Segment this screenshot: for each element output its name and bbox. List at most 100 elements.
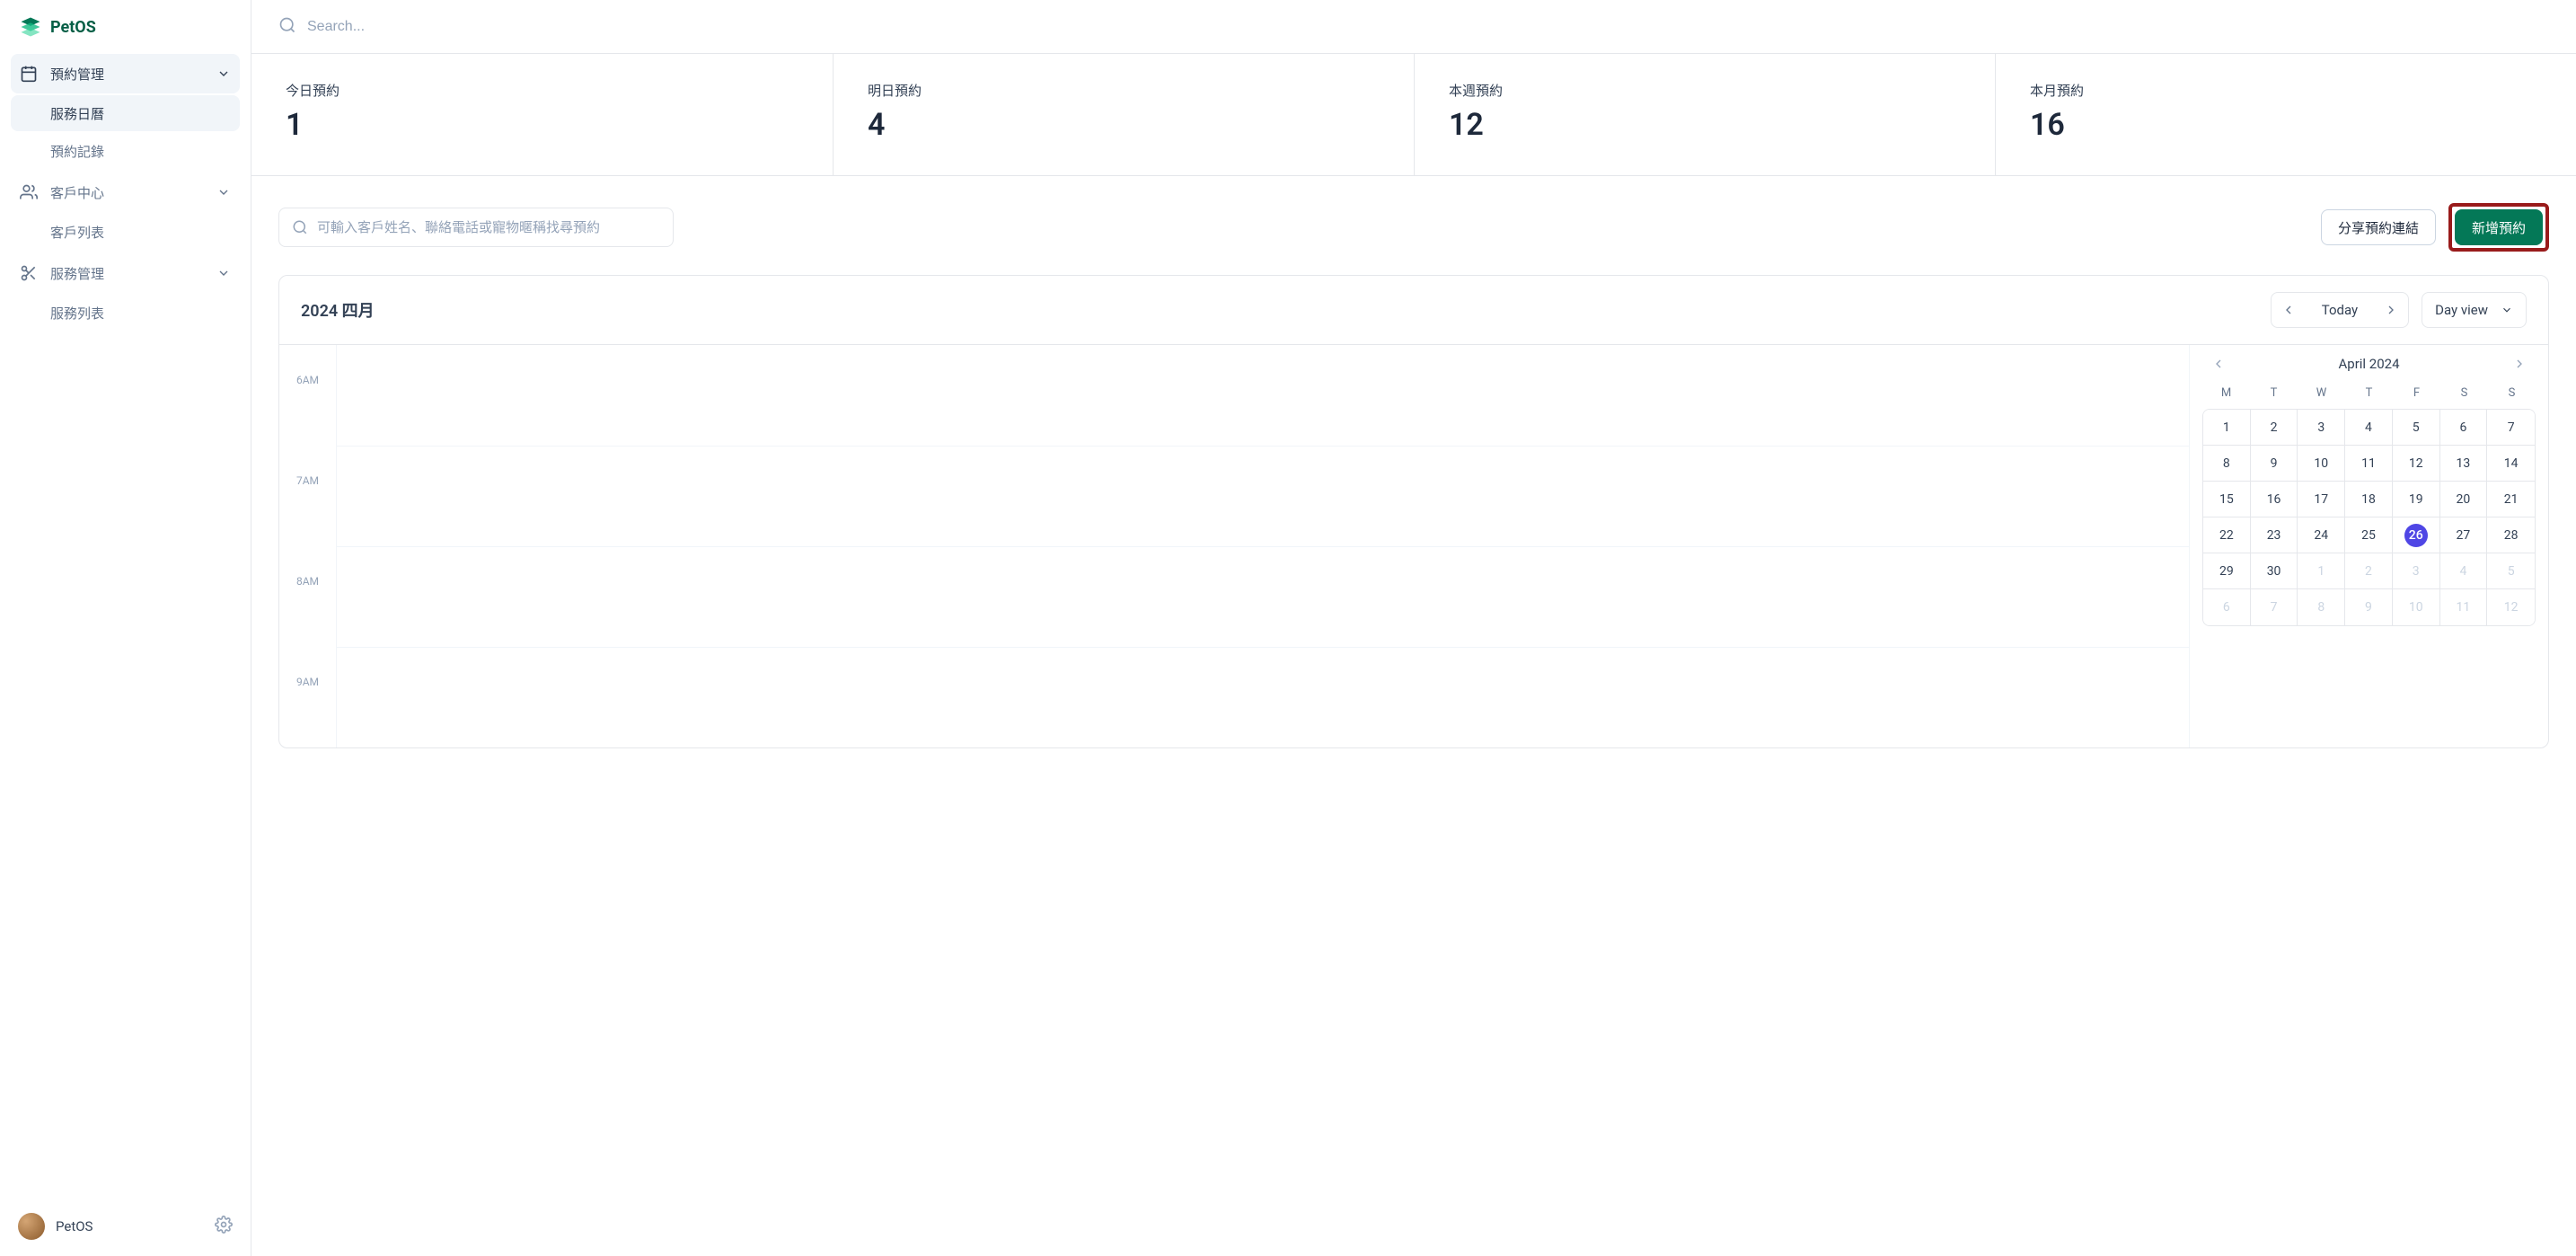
nav-sub-item[interactable]: 服務日曆 <box>11 95 240 131</box>
day-cell[interactable]: 28 <box>2487 517 2535 553</box>
day-cell[interactable]: 1 <box>2298 553 2345 589</box>
day-cell[interactable]: 2 <box>2345 553 2393 589</box>
day-cell[interactable]: 13 <box>2440 446 2488 482</box>
day-cell[interactable]: 15 <box>2203 482 2251 517</box>
day-cell[interactable]: 7 <box>2251 589 2298 625</box>
nav-section-icon <box>20 65 38 83</box>
logo[interactable]: PetOS <box>0 0 251 54</box>
day-cell[interactable]: 23 <box>2251 517 2298 553</box>
day-cell[interactable]: 10 <box>2298 446 2345 482</box>
day-cell[interactable]: 14 <box>2487 446 2535 482</box>
prev-month-button[interactable] <box>2208 357 2229 371</box>
day-cell[interactable]: 7 <box>2487 410 2535 446</box>
time-label: 8AM <box>279 546 337 647</box>
next-month-button[interactable] <box>2509 357 2530 371</box>
today-button[interactable]: Today <box>2306 302 2374 318</box>
nav-section-icon <box>20 183 38 201</box>
dow-label: S <box>2488 381 2536 405</box>
nav-section-header[interactable]: 預約管理 <box>11 54 240 93</box>
day-cell[interactable]: 25 <box>2345 517 2393 553</box>
day-cell[interactable]: 9 <box>2251 446 2298 482</box>
global-search-input[interactable] <box>307 19 2549 35</box>
time-slot[interactable] <box>337 647 2189 747</box>
next-day-button[interactable] <box>2374 293 2408 327</box>
day-cell[interactable]: 22 <box>2203 517 2251 553</box>
chevron-down-icon <box>2501 304 2513 316</box>
day-cell[interactable]: 3 <box>2298 410 2345 446</box>
stat-label: 明日預約 <box>868 81 1380 100</box>
main: 今日預約1明日預約4本週預約12本月預約16 分享預約連結 新增預約 2024 … <box>251 0 2576 1256</box>
day-cell[interactable]: 1 <box>2203 410 2251 446</box>
avatar[interactable] <box>18 1213 45 1240</box>
mini-calendar-header: April 2024 <box>2202 352 2536 381</box>
stat-card: 本月預約16 <box>1995 54 2576 175</box>
time-label: 6AM <box>279 345 337 446</box>
day-cell[interactable]: 19 <box>2393 482 2440 517</box>
dow-label: T <box>2250 381 2298 405</box>
today-nav: Today <box>2271 292 2409 328</box>
day-schedule: 6AM7AM8AM9AM <box>279 345 2189 747</box>
day-cell[interactable]: 12 <box>2393 446 2440 482</box>
day-cell[interactable]: 8 <box>2298 589 2345 625</box>
time-row: 8AM <box>279 546 2189 647</box>
nav-sub-item[interactable]: 客戶列表 <box>11 214 240 250</box>
stat-value: 4 <box>868 107 1380 143</box>
day-cell[interactable]: 3 <box>2393 553 2440 589</box>
day-cell[interactable]: 5 <box>2487 553 2535 589</box>
day-cell[interactable]: 30 <box>2251 553 2298 589</box>
nav-sub-item[interactable]: 服務列表 <box>11 295 240 331</box>
topbar <box>251 0 2576 54</box>
day-cell[interactable]: 29 <box>2203 553 2251 589</box>
nav-section-header[interactable]: 客戶中心 <box>11 172 240 212</box>
settings-icon[interactable] <box>215 1216 233 1237</box>
prev-day-button[interactable] <box>2272 293 2306 327</box>
nav-section-label: 預約管理 <box>50 65 216 84</box>
day-cell[interactable]: 8 <box>2203 446 2251 482</box>
stat-card: 明日預約 4 <box>833 54 1414 175</box>
stats-row: 今日預約1明日預約4本週預約12本月預約16 <box>251 54 2576 176</box>
day-cell[interactable]: 12 <box>2487 589 2535 625</box>
day-cell[interactable]: 6 <box>2203 589 2251 625</box>
day-cell[interactable]: 21 <box>2487 482 2535 517</box>
new-appointment-button[interactable]: 新增預約 <box>2455 209 2543 245</box>
time-label: 7AM <box>279 446 337 546</box>
time-row: 7AM <box>279 446 2189 546</box>
appointment-search-input[interactable] <box>317 220 660 235</box>
chevron-down-icon <box>216 66 231 81</box>
day-cell[interactable]: 9 <box>2345 589 2393 625</box>
day-cell[interactable]: 20 <box>2440 482 2488 517</box>
time-row: 6AM <box>279 345 2189 446</box>
view-select-label: Day view <box>2435 302 2488 318</box>
day-cell[interactable]: 16 <box>2251 482 2298 517</box>
nav-sub-item[interactable]: 預約記錄 <box>11 133 240 169</box>
time-slot[interactable] <box>337 446 2189 546</box>
stat-value: 16 <box>2030 107 2542 143</box>
day-cell[interactable]: 17 <box>2298 482 2345 517</box>
footer-user-name: PetOS <box>56 1218 215 1234</box>
dow-label: S <box>2440 381 2488 405</box>
day-cell[interactable]: 24 <box>2298 517 2345 553</box>
day-cell[interactable]: 26 <box>2393 517 2440 553</box>
day-cell[interactable]: 4 <box>2345 410 2393 446</box>
day-cell[interactable]: 27 <box>2440 517 2488 553</box>
dow-label: W <box>2298 381 2345 405</box>
day-cell[interactable]: 6 <box>2440 410 2488 446</box>
calendar: 2024 四月 Today Day view <box>278 275 2549 748</box>
day-cell[interactable]: 4 <box>2440 553 2488 589</box>
sidebar: PetOS 預約管理服務日曆預約記錄客戶中心客戶列表服務管理服務列表 PetOS <box>0 0 251 1256</box>
day-cell[interactable]: 11 <box>2345 446 2393 482</box>
day-cell[interactable]: 11 <box>2440 589 2488 625</box>
day-cell[interactable]: 18 <box>2345 482 2393 517</box>
highlight-annotation: 新增預約 <box>2448 203 2549 252</box>
time-slot[interactable] <box>337 345 2189 446</box>
day-cell[interactable]: 10 <box>2393 589 2440 625</box>
calendar-title: 2024 四月 <box>301 298 2271 322</box>
day-cell[interactable]: 2 <box>2251 410 2298 446</box>
nav-section-header[interactable]: 服務管理 <box>11 253 240 293</box>
time-slot[interactable] <box>337 546 2189 647</box>
day-cell[interactable]: 5 <box>2393 410 2440 446</box>
days-grid: 1234567891011121314151617181920212223242… <box>2202 409 2536 626</box>
view-select[interactable]: Day view <box>2422 292 2527 328</box>
dow-row: MTWTFSS <box>2202 381 2536 405</box>
share-link-button[interactable]: 分享預約連結 <box>2321 209 2436 245</box>
